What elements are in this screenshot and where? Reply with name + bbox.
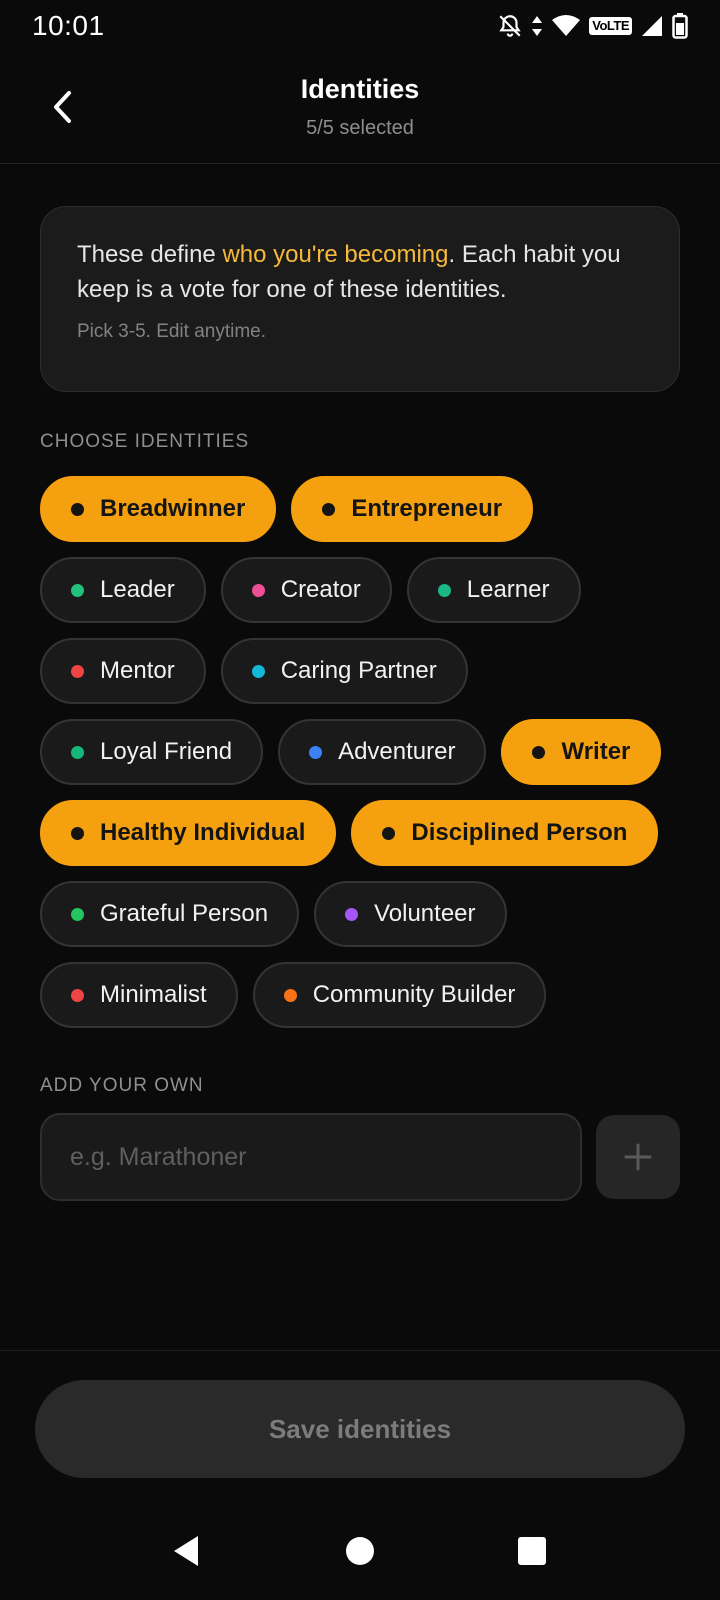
identity-chip[interactable]: Breadwinner bbox=[40, 476, 277, 542]
identity-dot bbox=[309, 745, 323, 759]
volte-badge: VoLTE bbox=[589, 17, 632, 35]
info-card: These define who you're becoming. Each h… bbox=[40, 206, 680, 392]
nav-recents-icon[interactable] bbox=[515, 1534, 549, 1568]
identity-chip-label: Learner bbox=[466, 576, 550, 603]
system-nav-bar bbox=[0, 1500, 720, 1600]
identity-chip[interactable]: Caring Partner bbox=[220, 638, 468, 704]
nav-back-icon[interactable] bbox=[170, 1534, 204, 1568]
identity-chip[interactable]: Community Builder bbox=[252, 962, 547, 1028]
identity-chip-label: Mentor bbox=[100, 657, 175, 684]
identity-chip-label: Community Builder bbox=[312, 981, 516, 1008]
identity-chip-label: Caring Partner bbox=[280, 657, 437, 684]
identity-chip[interactable]: Mentor bbox=[40, 638, 206, 704]
choose-identities-label: CHOOSE IDENTITIES bbox=[40, 431, 250, 452]
identity-chip-label: Loyal Friend bbox=[100, 738, 233, 765]
data-arrows-icon bbox=[532, 16, 543, 36]
wifi-icon bbox=[552, 15, 581, 36]
selection-count: 5/5 selected bbox=[306, 117, 414, 139]
identity-chip[interactable]: Volunteer bbox=[314, 881, 507, 947]
identity-chip-label: Leader bbox=[100, 576, 175, 603]
battery-icon bbox=[672, 13, 688, 39]
identity-chip-label: Creator bbox=[280, 576, 361, 603]
identity-dot bbox=[251, 583, 265, 597]
identity-chip[interactable]: Leader bbox=[40, 557, 206, 623]
identity-chip-label: Writer bbox=[561, 738, 631, 765]
identity-chip-label: Breadwinner bbox=[100, 495, 246, 522]
identities-screen: 10:01 VoLTE Identities 5/5 selected Thes… bbox=[0, 0, 720, 1600]
identity-dot bbox=[251, 664, 265, 678]
identity-dot bbox=[71, 988, 84, 1002]
identity-dot bbox=[71, 745, 84, 759]
identity-chip[interactable]: Healthy Individual bbox=[40, 800, 337, 866]
identity-dot bbox=[71, 826, 84, 840]
info-highlight: who you're becoming bbox=[222, 241, 449, 268]
identity-chip[interactable]: Creator bbox=[220, 557, 392, 623]
footer-divider bbox=[0, 1350, 720, 1351]
identity-dot bbox=[71, 502, 84, 516]
identity-chip-label: Adventurer bbox=[338, 738, 456, 765]
signal-icon bbox=[642, 16, 662, 36]
info-text: These define who you're becoming. Each h… bbox=[77, 237, 643, 307]
notifications-off-icon bbox=[499, 15, 521, 37]
identity-dot bbox=[71, 907, 84, 921]
add-identity-row bbox=[40, 1113, 680, 1201]
status-icons: VoLTE bbox=[497, 13, 688, 39]
identity-dot bbox=[283, 988, 297, 1002]
identity-dot bbox=[71, 664, 84, 678]
page-title: Identities bbox=[300, 74, 420, 104]
custom-identity-input[interactable] bbox=[40, 1113, 582, 1201]
identity-chip-label: Disciplined Person bbox=[411, 819, 628, 846]
identity-dot bbox=[345, 907, 359, 921]
identity-chip-label: Healthy Individual bbox=[100, 819, 306, 846]
app-header: Identities 5/5 selected bbox=[0, 52, 720, 164]
identity-dot bbox=[532, 745, 546, 759]
identity-chip[interactable]: Grateful Person bbox=[40, 881, 300, 947]
identity-chip-label: Minimalist bbox=[100, 981, 207, 1008]
identity-dot bbox=[437, 583, 451, 597]
identity-chip[interactable]: Adventurer bbox=[278, 719, 487, 785]
identity-chip[interactable]: Disciplined Person bbox=[351, 800, 659, 866]
plus-icon bbox=[624, 1143, 652, 1171]
identity-dot bbox=[382, 826, 396, 840]
identity-dot bbox=[71, 583, 84, 597]
identity-dot bbox=[322, 502, 336, 516]
identity-chip[interactable]: Writer bbox=[501, 719, 662, 785]
identity-chip-label: Entrepreneur bbox=[351, 495, 503, 522]
identity-chip-list: Breadwinner Entrepreneur Leader Creator … bbox=[40, 476, 690, 1028]
status-time: 10:01 bbox=[32, 10, 105, 41]
identity-chip[interactable]: Learner bbox=[406, 557, 581, 623]
nav-home-icon[interactable] bbox=[343, 1534, 377, 1568]
identity-chip[interactable]: Minimalist bbox=[40, 962, 238, 1028]
identity-chip[interactable]: Entrepreneur bbox=[291, 476, 534, 542]
info-text-start: These define bbox=[77, 241, 223, 268]
add-identity-button[interactable] bbox=[596, 1115, 680, 1199]
identity-chip[interactable]: Loyal Friend bbox=[40, 719, 264, 785]
save-identities-button[interactable]: Save identities bbox=[35, 1380, 685, 1478]
status-bar: 10:01 VoLTE bbox=[0, 0, 720, 52]
add-your-own-label: ADD YOUR OWN bbox=[40, 1075, 204, 1096]
identity-chip-label: Volunteer bbox=[374, 900, 476, 927]
info-hint: Pick 3-5. Edit anytime. bbox=[77, 321, 267, 342]
identity-chip-label: Grateful Person bbox=[100, 900, 269, 927]
